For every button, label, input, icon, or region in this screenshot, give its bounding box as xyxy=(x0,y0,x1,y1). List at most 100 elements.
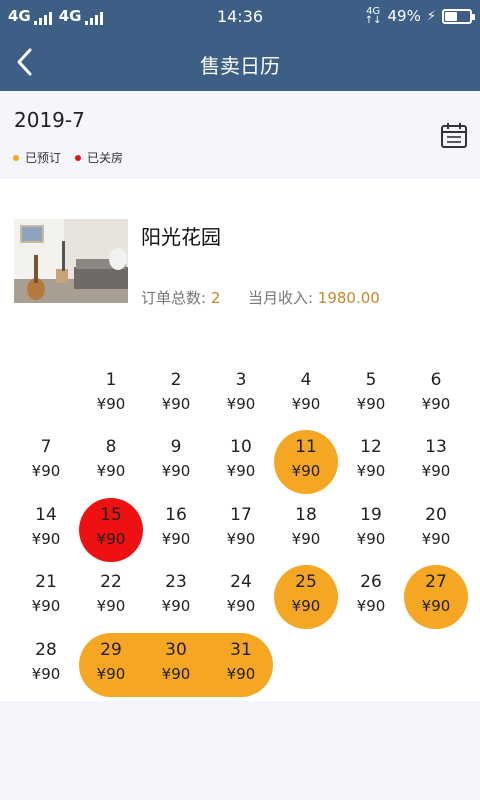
day-price: ¥90 xyxy=(356,395,386,413)
day-price: ¥90 xyxy=(226,395,256,413)
calendar-day[interactable]: 30 ¥90 xyxy=(144,633,208,697)
day-price: ¥90 xyxy=(161,665,191,683)
day-price: ¥90 xyxy=(421,530,451,548)
day-price: ¥90 xyxy=(161,530,191,548)
day-price: ¥90 xyxy=(421,597,451,615)
calendar-day[interactable]: 13 ¥90 xyxy=(404,430,468,494)
calendar-day[interactable]: 24 ¥90 xyxy=(209,565,273,629)
nav-bar: 售卖日历 xyxy=(0,32,480,91)
calendar-day[interactable]: 17 ¥90 xyxy=(209,498,273,562)
day-price: ¥90 xyxy=(226,597,256,615)
day-price: ¥90 xyxy=(356,462,386,480)
day-price: ¥90 xyxy=(356,597,386,615)
calendar-day[interactable]: 21 ¥90 xyxy=(14,565,78,629)
calendar-day[interactable]: 23 ¥90 xyxy=(144,565,208,629)
data-arrows: ↑↓ xyxy=(364,15,382,26)
calendar-day[interactable]: 9 ¥90 xyxy=(144,430,208,494)
calendar-day[interactable]: 25 ¥90 xyxy=(274,565,338,629)
calendar-day[interactable]: 28 ¥90 xyxy=(14,633,78,697)
calendar-day[interactable]: 19 ¥90 xyxy=(339,498,403,562)
page-title: 售卖日历 xyxy=(200,54,280,78)
day-price: ¥90 xyxy=(31,462,61,480)
day-price: ¥90 xyxy=(31,665,61,683)
day-number: 8 xyxy=(105,437,117,457)
calendar-day[interactable]: 2 ¥90 xyxy=(144,363,208,427)
calendar-grid: 1 ¥90 2 ¥90 3 ¥90 4 ¥90 5 ¥90 6 ¥90 7 ¥90 8 ¥90 9 ¥90 10 ¥9… xyxy=(0,179,480,701)
calendar-day[interactable]: 10 ¥90 xyxy=(209,430,273,494)
calendar-day[interactable]: 6 ¥90 xyxy=(404,363,468,427)
day-price: ¥90 xyxy=(421,395,451,413)
calendar-day[interactable]: 1 ¥90 xyxy=(79,363,143,427)
legend: 已预订 已关房 xyxy=(13,149,123,166)
day-number: 6 xyxy=(430,370,442,390)
day-number: 3 xyxy=(235,370,247,390)
battery-percent: 49% xyxy=(387,7,421,25)
month-label: 2019-7 xyxy=(14,108,85,132)
calendar-button[interactable] xyxy=(440,121,468,149)
charging-icon: ⚡ xyxy=(426,8,436,24)
day-price: ¥90 xyxy=(226,462,256,480)
calendar-day[interactable]: 20 ¥90 xyxy=(404,498,468,562)
calendar-day[interactable]: 8 ¥90 xyxy=(79,430,143,494)
calendar-day[interactable]: 18 ¥90 xyxy=(274,498,338,562)
day-number: 2 xyxy=(170,370,182,390)
day-number: 14 xyxy=(35,505,57,525)
calendar-day[interactable]: 4 ¥90 xyxy=(274,363,338,427)
day-number: 9 xyxy=(170,437,182,457)
day-price: ¥90 xyxy=(226,530,256,548)
day-price: ¥90 xyxy=(291,462,321,480)
day-number: 12 xyxy=(360,437,382,457)
day-number: 11 xyxy=(295,437,317,457)
calendar-day[interactable]: 5 ¥90 xyxy=(339,363,403,427)
day-price: ¥90 xyxy=(96,665,126,683)
day-price: ¥90 xyxy=(96,597,126,615)
day-price: ¥90 xyxy=(161,597,191,615)
day-number: 26 xyxy=(360,572,382,592)
day-number: 19 xyxy=(360,505,382,525)
day-price: ¥90 xyxy=(226,665,256,683)
calendar-day[interactable]: 11 ¥90 xyxy=(274,430,338,494)
day-number: 15 xyxy=(100,505,122,525)
battery-fill xyxy=(445,11,457,21)
calendar-icon xyxy=(441,123,467,148)
calendar-day[interactable]: 29 ¥90 xyxy=(79,633,143,697)
calendar-day[interactable]: 12 ¥90 xyxy=(339,430,403,494)
day-price: ¥90 xyxy=(96,395,126,413)
day-price: ¥90 xyxy=(161,395,191,413)
day-number: 22 xyxy=(100,572,122,592)
day-number: 1 xyxy=(105,370,117,390)
day-price: ¥90 xyxy=(31,597,61,615)
day-price: ¥90 xyxy=(291,530,321,548)
status-right: 4G ↑↓ 49% ⚡ xyxy=(364,7,475,26)
day-price: ¥90 xyxy=(356,530,386,548)
calendar-day[interactable]: 26 ¥90 xyxy=(339,565,403,629)
closed-dot xyxy=(75,154,82,161)
day-number: 17 xyxy=(230,505,252,525)
legend-closed: 已关房 xyxy=(75,149,123,166)
booked-dot xyxy=(13,154,19,161)
day-number: 30 xyxy=(165,640,187,660)
day-number: 16 xyxy=(165,505,187,525)
calendar-day[interactable]: 22 ¥90 xyxy=(79,565,143,629)
calendar-day[interactable]: 15 ¥90 xyxy=(79,498,143,562)
day-number: 18 xyxy=(295,505,317,525)
day-number: 5 xyxy=(365,370,377,390)
day-number: 7 xyxy=(40,437,52,457)
status-bar: 4G 4G 14:36 4G ↑↓ 49% ⚡ xyxy=(0,0,480,32)
day-price: ¥90 xyxy=(161,462,191,480)
legend-booked-label: 已预订 xyxy=(25,151,62,165)
main-content: 阳光花园 订单总数: 2 当月收入: 1980.00 1 ¥90 2 ¥90 3 ¥90 4… xyxy=(0,179,480,701)
calendar-day[interactable]: 3 ¥90 xyxy=(209,363,273,427)
day-price: ¥90 xyxy=(31,530,61,548)
day-number: 25 xyxy=(295,572,317,592)
day-number: 31 xyxy=(230,640,252,660)
day-number: 24 xyxy=(230,572,252,592)
calendar-day[interactable]: 27 ¥90 xyxy=(404,565,468,629)
calendar-day[interactable]: 16 ¥90 xyxy=(144,498,208,562)
calendar-day[interactable]: 14 ¥90 xyxy=(14,498,78,562)
day-number: 23 xyxy=(165,572,187,592)
day-number: 27 xyxy=(425,572,447,592)
day-price: ¥90 xyxy=(96,462,126,480)
calendar-day[interactable]: 7 ¥90 xyxy=(14,430,78,494)
calendar-day[interactable]: 31 ¥90 xyxy=(209,633,273,697)
